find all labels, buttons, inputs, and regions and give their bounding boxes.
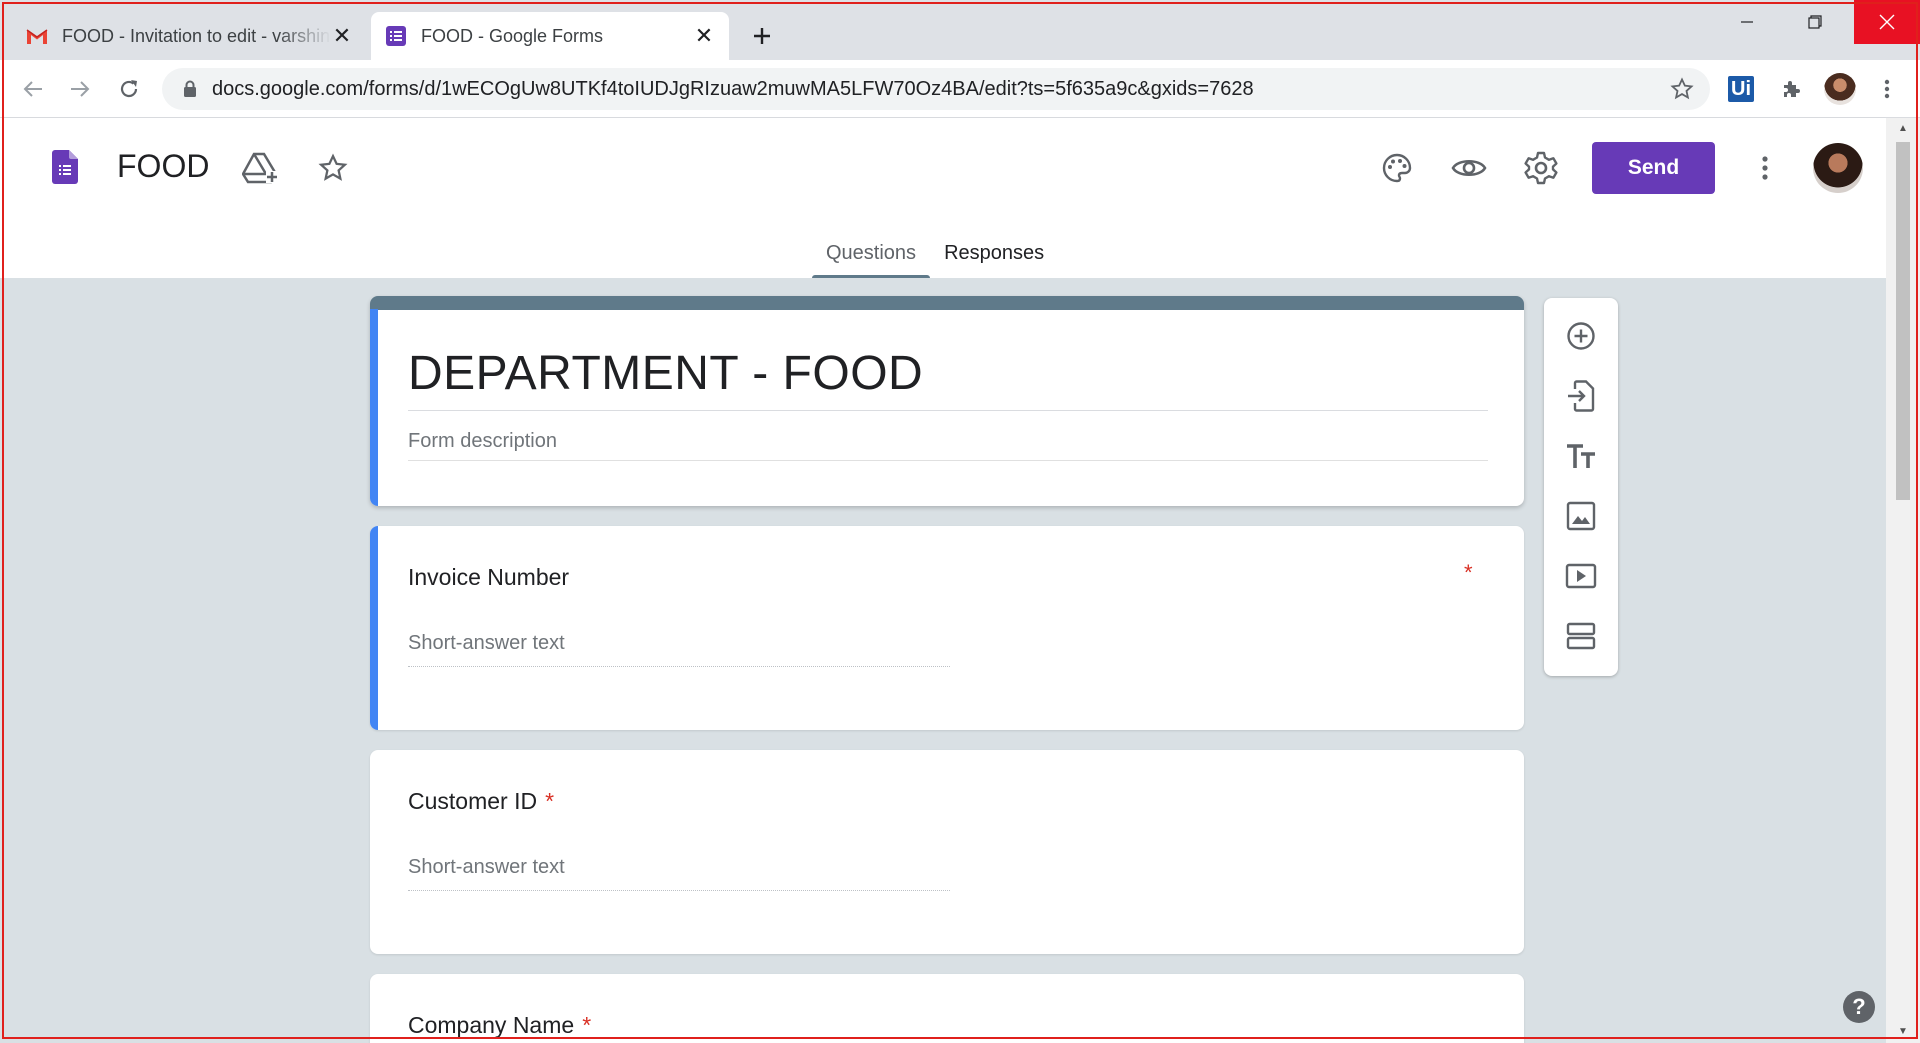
forward-button[interactable] [63, 72, 97, 106]
minimize-window-button[interactable] [1718, 0, 1776, 44]
add-video-icon[interactable] [1563, 558, 1599, 594]
palette-icon[interactable] [1377, 148, 1417, 188]
question-title[interactable]: Company Name * [408, 1012, 591, 1039]
account-avatar[interactable] [1813, 143, 1863, 193]
tab-questions[interactable]: Questions [812, 228, 931, 278]
close-tab-icon[interactable]: ✕ [693, 23, 715, 48]
divider [408, 460, 1488, 461]
answer-underline [408, 666, 950, 667]
question-label: Invoice Number [408, 564, 570, 590]
required-asterisk: * [1464, 560, 1473, 585]
url-text: docs.google.com/forms/d/1wECOgUw8UTKf4to… [212, 77, 1254, 100]
question-label: Company Name [408, 1012, 575, 1038]
scroll-down-arrow-icon[interactable]: ▼ [1898, 1027, 1908, 1037]
scroll-up-arrow-icon[interactable]: ▲ [1898, 124, 1908, 134]
browser-tab-strip: FOOD - Invitation to edit - varshini ✕ F… [0, 0, 1920, 60]
add-question-icon[interactable] [1563, 318, 1599, 354]
short-answer-placeholder: Short-answer text [408, 856, 565, 878]
question-card-customer-id[interactable]: Customer ID * Short-answer text [370, 750, 1524, 954]
form-tabs: Questions Responses [812, 228, 1058, 278]
more-options-icon[interactable] [1745, 148, 1785, 188]
back-button[interactable] [16, 72, 50, 106]
reload-button[interactable] [112, 72, 146, 106]
divider [408, 410, 1488, 411]
new-tab-button[interactable] [744, 18, 780, 54]
question-card-company-name[interactable]: Company Name * [370, 974, 1524, 1043]
browser-tab-gmail[interactable]: FOOD - Invitation to edit - varshini ✕ [12, 12, 367, 60]
gmail-icon [26, 25, 48, 47]
address-bar[interactable]: docs.google.com/forms/d/1wECOgUw8UTKf4to… [162, 68, 1710, 110]
browser-toolbar: docs.google.com/forms/d/1wECOgUw8UTKf4to… [0, 60, 1920, 118]
question-label: Customer ID [408, 788, 538, 814]
question-title[interactable]: Invoice Number [408, 564, 569, 591]
google-forms-icon [385, 25, 407, 47]
restore-window-button[interactable] [1786, 0, 1844, 44]
tab-title: FOOD - Invitation to edit - varshini [62, 25, 331, 46]
help-icon[interactable]: ? [1843, 991, 1875, 1023]
form-editor-canvas: DEPARTMENT - FOOD Form description Invoi… [0, 278, 1886, 1043]
question-card-invoice-number[interactable]: Invoice Number * Short-answer text [370, 526, 1524, 730]
tab-title: FOOD - Google Forms [421, 25, 604, 46]
puzzle-extensions-icon[interactable] [1776, 74, 1806, 104]
page-scrollbar[interactable]: ▲ ▼ [1886, 118, 1920, 1043]
short-answer-placeholder: Short-answer text [408, 632, 565, 654]
answer-underline [408, 890, 950, 891]
form-description-field[interactable]: Form description [408, 430, 557, 453]
add-title-and-description-icon[interactable] [1563, 438, 1599, 474]
tab-responses[interactable]: Responses [930, 228, 1058, 278]
selected-accent-bar [370, 309, 378, 506]
forms-header: FOOD Send Questions Responses [0, 118, 1886, 278]
bookmark-star-icon[interactable] [1670, 77, 1694, 101]
preview-eye-icon[interactable] [1449, 148, 1489, 188]
browser-menu-icon[interactable] [1872, 74, 1902, 104]
star-icon[interactable] [313, 148, 353, 188]
browser-tab-forms[interactable]: FOOD - Google Forms ✕ [371, 12, 729, 60]
required-asterisk: * [582, 1012, 592, 1038]
required-asterisk: * [545, 788, 555, 814]
lock-icon [180, 79, 200, 99]
send-button[interactable]: Send [1592, 142, 1715, 194]
profile-avatar[interactable] [1824, 73, 1856, 105]
settings-gear-icon[interactable] [1521, 148, 1561, 188]
form-title[interactable]: DEPARTMENT - FOOD [408, 346, 923, 401]
add-image-icon[interactable] [1563, 498, 1599, 534]
add-section-icon[interactable] [1563, 618, 1599, 654]
close-window-button[interactable] [1854, 0, 1920, 44]
scrollbar-thumb[interactable] [1896, 142, 1910, 500]
move-to-drive-icon[interactable] [240, 148, 280, 188]
question-title[interactable]: Customer ID * [408, 788, 554, 815]
selected-accent-bar [370, 526, 378, 730]
form-title-card[interactable]: DEPARTMENT - FOOD Form description [370, 296, 1524, 506]
floating-question-toolbar [1544, 298, 1618, 676]
uipath-extension-icon[interactable]: Ui [1728, 76, 1754, 102]
document-title[interactable]: FOOD [117, 148, 209, 185]
close-tab-icon[interactable]: ✕ [331, 23, 353, 48]
google-forms-logo-icon[interactable] [52, 150, 78, 184]
import-questions-icon[interactable] [1563, 378, 1599, 414]
